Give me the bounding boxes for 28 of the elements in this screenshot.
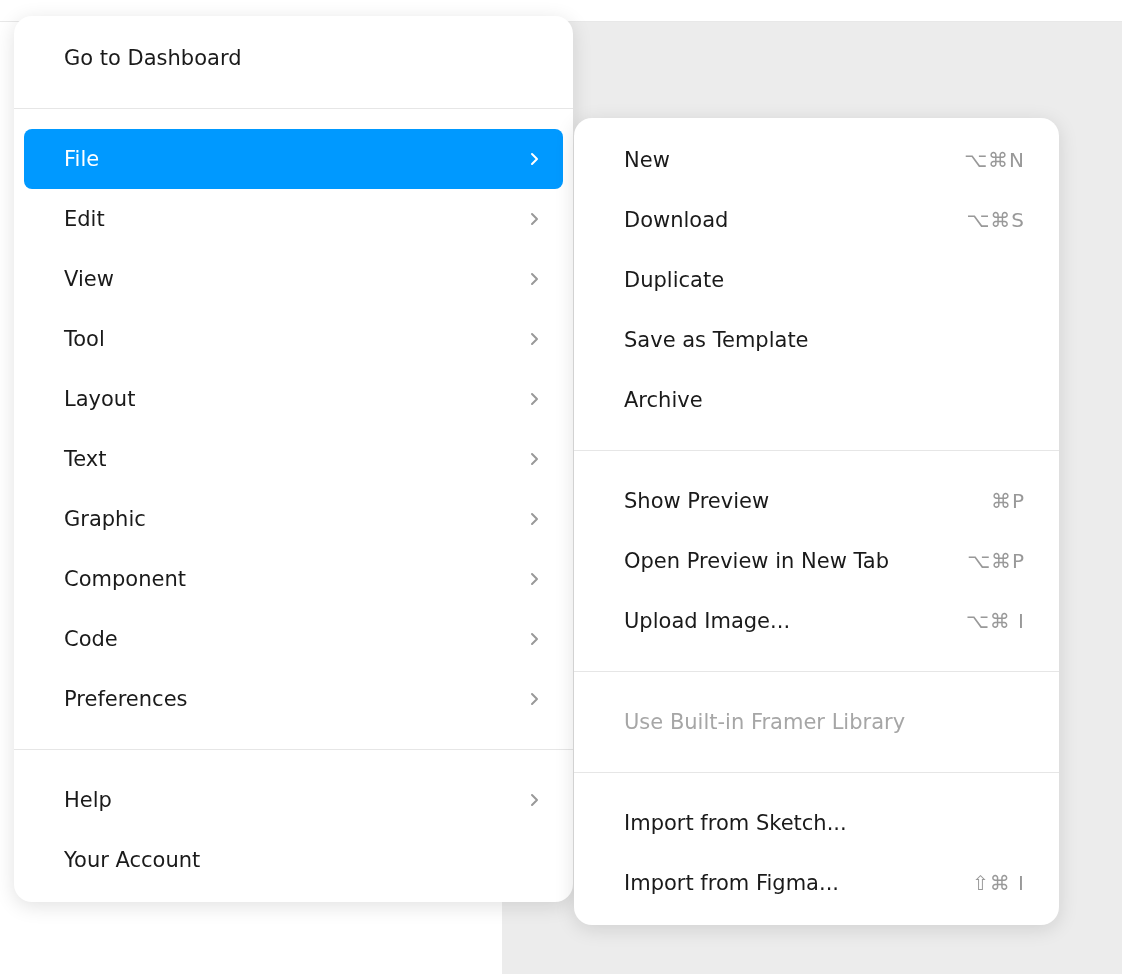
menu-item[interactable]: Archive bbox=[584, 370, 1049, 430]
menu-item[interactable]: Code bbox=[24, 609, 563, 669]
menu-item[interactable]: Your Account bbox=[24, 830, 563, 890]
shortcut-text: ⌥⌘P bbox=[966, 549, 1025, 573]
menu-item[interactable]: Duplicate bbox=[584, 250, 1049, 310]
menu-item[interactable]: Show Preview ⌘P bbox=[584, 471, 1049, 531]
menu-item[interactable]: New ⌥⌘N bbox=[584, 130, 1049, 190]
menu-item[interactable]: Edit bbox=[24, 189, 563, 249]
shortcut-text: ⌥⌘N bbox=[964, 148, 1025, 172]
menu-item[interactable]: Upload Image... ⌥⌘ I bbox=[584, 591, 1049, 651]
menu-item[interactable]: Import from Figma... ⇧⌘ I bbox=[584, 853, 1049, 913]
menu-item[interactable]: Graphic bbox=[24, 489, 563, 549]
menu-item[interactable]: Download ⌥⌘S bbox=[584, 190, 1049, 250]
shortcut-text: ⌘P bbox=[990, 489, 1025, 513]
menu-item[interactable]: Tool bbox=[24, 309, 563, 369]
menu-item[interactable]: View bbox=[24, 249, 563, 309]
menu-item[interactable]: Help bbox=[24, 770, 563, 830]
menu-item[interactable]: Preferences bbox=[24, 669, 563, 729]
menu-item[interactable]: Import from Sketch... bbox=[584, 793, 1049, 853]
shortcut-text: ⌥⌘S bbox=[966, 208, 1025, 232]
menu-item[interactable]: Layout bbox=[24, 369, 563, 429]
menu-item[interactable]: Text bbox=[24, 429, 563, 489]
menu-item[interactable]: Open Preview in New Tab ⌥⌘P bbox=[584, 531, 1049, 591]
shortcut-text: ⇧⌘ I bbox=[972, 871, 1025, 895]
menu-item[interactable]: Go to Dashboard bbox=[24, 28, 563, 88]
shortcut-text: ⌥⌘ I bbox=[965, 609, 1025, 633]
menu-item[interactable]: Save as Template bbox=[584, 310, 1049, 370]
menu-item[interactable]: Component bbox=[24, 549, 563, 609]
